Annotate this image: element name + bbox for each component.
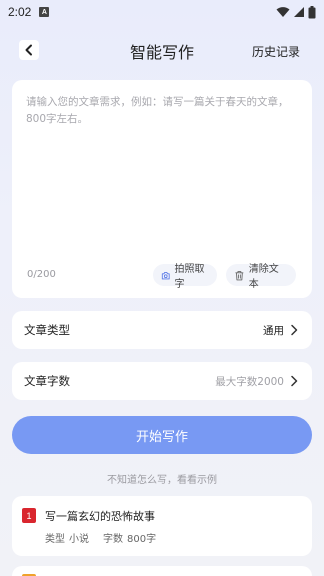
- status-time: 2:02: [8, 5, 32, 19]
- photo-extract-label: 拍照取字: [174, 264, 205, 290]
- header: 智能写作 历史记录: [0, 36, 324, 64]
- signal-icon: [294, 7, 304, 17]
- example-count-label: 字数: [103, 534, 123, 545]
- photo-extract-button[interactable]: 拍照取字: [153, 264, 217, 290]
- app-notification-icon: A: [39, 7, 50, 17]
- status-right: [276, 5, 316, 19]
- status-bar: 2:02 A: [0, 0, 324, 24]
- example-type-value: 小说: [69, 534, 89, 545]
- prompt-input[interactable]: 请输入您的文章需求，例如：请写一篇关于春天的文章，800字左右。: [26, 94, 298, 128]
- wifi-icon: [276, 7, 290, 17]
- word-count-right: 最大字数2000: [215, 374, 298, 389]
- word-count-value: 最大字数2000: [215, 375, 284, 388]
- battery-icon: [308, 5, 316, 18]
- word-count-row[interactable]: 文章字数 最大字数2000: [12, 362, 312, 400]
- article-type-right: 通用: [263, 323, 298, 338]
- example-meta: 类型 小说 字数 800字: [45, 530, 156, 545]
- clear-text-button[interactable]: 清除文本: [226, 264, 296, 290]
- article-type-label: 文章类型: [24, 323, 70, 337]
- example-title: 写一篇玄幻的恐怖故事: [45, 510, 155, 523]
- example-type: 类型 小说: [45, 530, 89, 545]
- chevron-right-icon: [291, 324, 298, 336]
- word-count-label: 文章字数: [24, 374, 70, 388]
- trash-icon: [235, 270, 244, 280]
- example-count: 字数 800字: [103, 530, 156, 545]
- status-left: 2:02 A: [8, 5, 50, 19]
- clear-text-label: 清除文本: [248, 264, 279, 290]
- camera-icon: [161, 271, 170, 279]
- article-type-row[interactable]: 文章类型 通用: [12, 311, 312, 349]
- char-count: 0/200: [27, 269, 56, 280]
- chevron-right-icon: [291, 375, 298, 387]
- history-button[interactable]: 历史记录: [252, 43, 300, 60]
- start-writing-button[interactable]: 开始写作: [12, 416, 312, 454]
- prompt-input-card: 请输入您的文章需求，例如：请写一篇关于春天的文章，800字左右。 0/200 拍…: [12, 80, 312, 298]
- example-type-label: 类型: [45, 534, 65, 545]
- example-index-badge: 1: [22, 508, 36, 523]
- examples-hint: 不知道怎么写，看看示例: [107, 475, 217, 486]
- example-count-value: 800字: [127, 534, 157, 545]
- app-notification-letter: A: [41, 8, 47, 16]
- example-item-partial[interactable]: [12, 566, 312, 576]
- article-type-value: 通用: [263, 324, 284, 337]
- example-item[interactable]: 1 写一篇玄幻的恐怖故事 类型 小说 字数 800字: [12, 496, 312, 556]
